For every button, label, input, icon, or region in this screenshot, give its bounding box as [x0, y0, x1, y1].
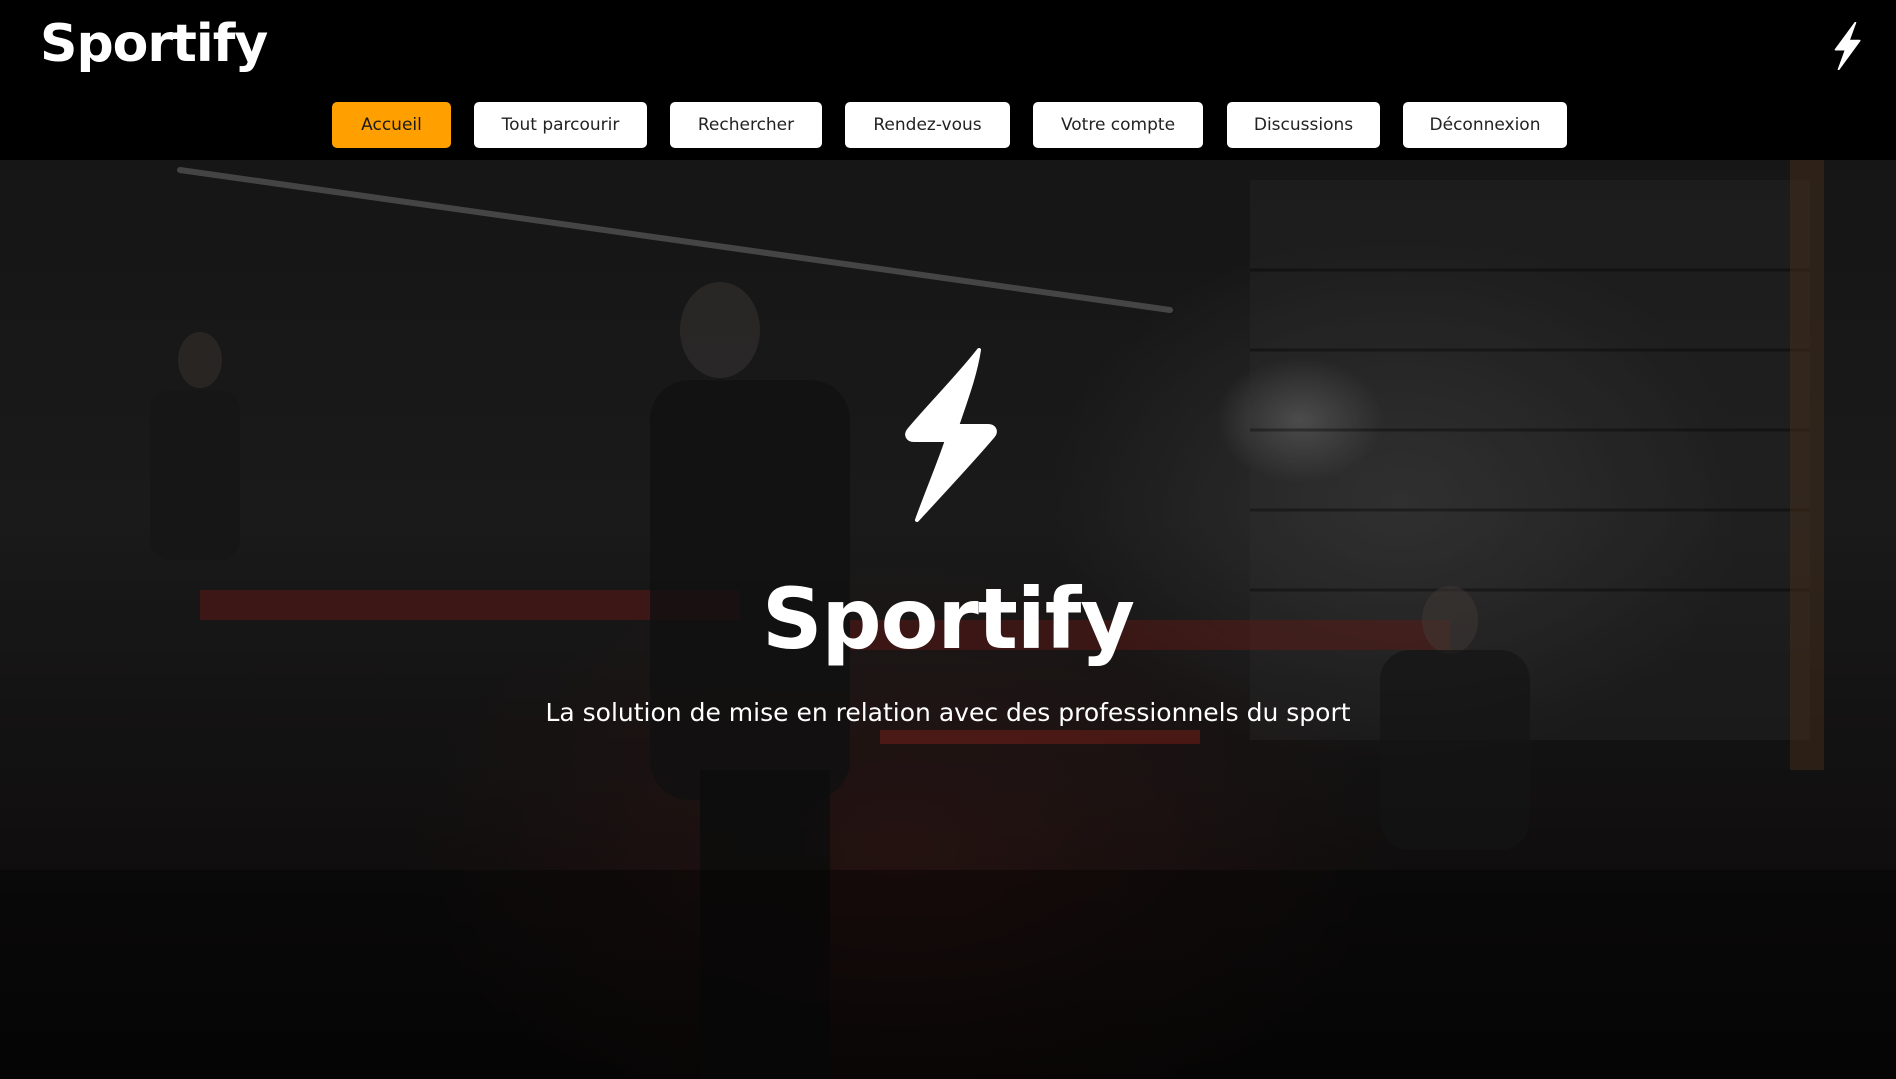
- main-navigation: Accueil Tout parcourir Rechercher Rendez…: [0, 102, 1896, 148]
- hero-title: Sportify: [761, 570, 1135, 668]
- nav-votre-compte-button[interactable]: Votre compte: [1033, 102, 1203, 148]
- hero-section: Sportify La solution de mise en relation…: [0, 150, 1896, 1079]
- lightning-bolt-icon[interactable]: [1832, 22, 1862, 70]
- hero-subtitle: La solution de mise en relation avec des…: [545, 698, 1351, 727]
- nav-rechercher-button[interactable]: Rechercher: [670, 102, 822, 148]
- nav-accueil-button[interactable]: Accueil: [332, 102, 451, 148]
- brand-logo-text[interactable]: Sportify: [40, 14, 268, 74]
- nav-discussions-button[interactable]: Discussions: [1227, 102, 1380, 148]
- lightning-bolt-icon: [905, 348, 997, 522]
- nav-rendez-vous-button[interactable]: Rendez-vous: [845, 102, 1010, 148]
- nav-tout-parcourir-button[interactable]: Tout parcourir: [474, 102, 647, 148]
- nav-deconnexion-button[interactable]: Déconnexion: [1403, 102, 1567, 148]
- top-header: Sportify Accueil Tout parcourir Recherch…: [0, 0, 1896, 160]
- page: Sportify Accueil Tout parcourir Recherch…: [0, 0, 1896, 1079]
